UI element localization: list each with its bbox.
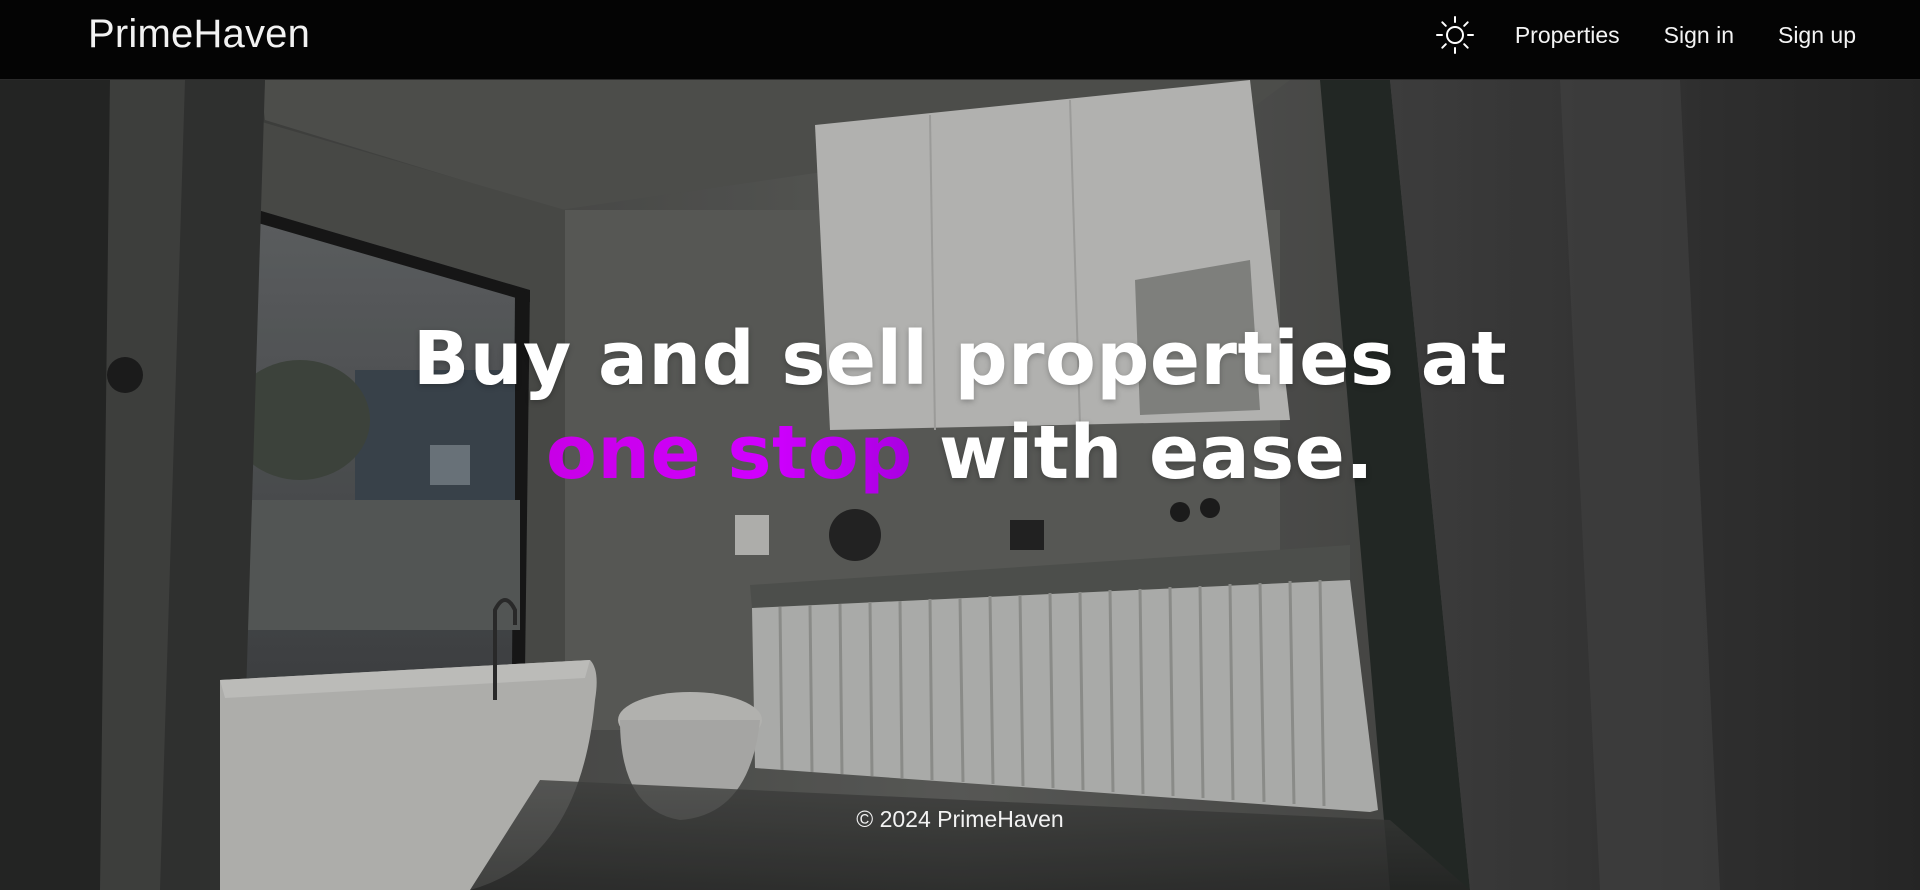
- copyright-text: © 2024 PrimeHaven: [856, 806, 1064, 832]
- nav-link-sign-in[interactable]: Sign in: [1664, 22, 1734, 49]
- headline-rest: with ease.: [912, 410, 1374, 496]
- nav-link-sign-up[interactable]: Sign up: [1778, 22, 1856, 49]
- top-navbar: PrimeHaven Properties Sign in Sign up: [0, 0, 1920, 80]
- hero-headline: Buy and sell properties at one stop with…: [0, 312, 1920, 500]
- nav-link-properties[interactable]: Properties: [1515, 22, 1620, 49]
- hero-content: Buy and sell properties at one stop with…: [0, 80, 1920, 890]
- brand-logo[interactable]: PrimeHaven: [88, 12, 310, 57]
- headline-line-1: Buy and sell properties at: [412, 316, 1508, 402]
- theme-toggle-button[interactable]: [1435, 15, 1475, 55]
- landing-page: PrimeHaven Properties Sign in Sign up Bu…: [0, 0, 1920, 890]
- nav-links: Properties Sign in Sign up: [1435, 0, 1856, 70]
- headline-accent: one stop: [546, 410, 913, 496]
- hero-section: Buy and sell properties at one stop with…: [0, 80, 1920, 890]
- sun-icon: [1435, 16, 1474, 54]
